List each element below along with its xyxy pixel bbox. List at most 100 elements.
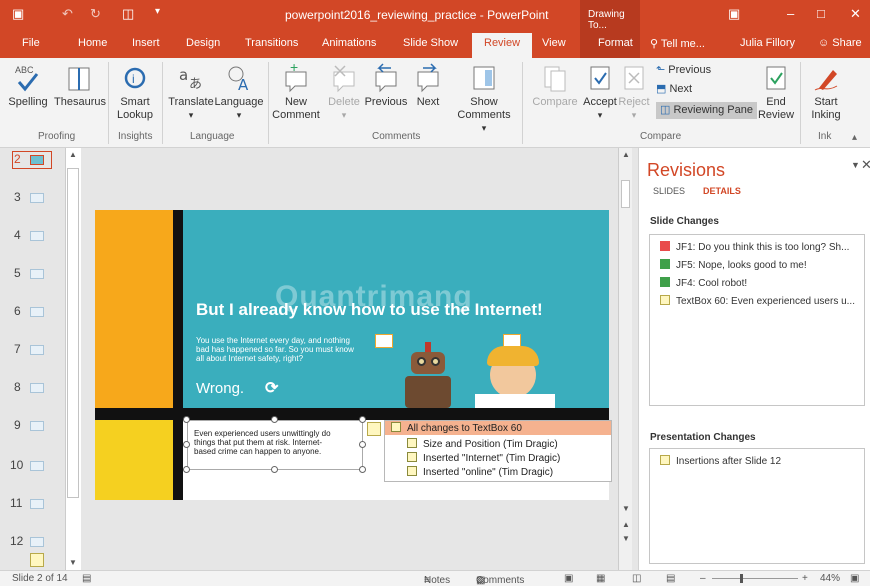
delete-comment-button[interactable]: Delete ▾	[326, 62, 362, 122]
list-item[interactable]: JF1: Do you think this is too long? Sh..…	[660, 241, 849, 253]
next-change-button[interactable]: ⬒ Next	[656, 83, 692, 96]
slideshow-icon[interactable]: ▤	[666, 573, 675, 584]
previous-slide-icon[interactable]: ▲	[622, 520, 630, 529]
tab-slides[interactable]: SLIDES	[653, 186, 685, 196]
checkbox-icon[interactable]	[407, 452, 417, 462]
close-pane-icon[interactable]: ✕	[861, 157, 870, 173]
resize-handle[interactable]	[183, 416, 190, 423]
close-button[interactable]: ✕	[850, 6, 861, 22]
thumbnail-number[interactable]: 7	[14, 342, 21, 356]
tab-view[interactable]: View	[542, 37, 566, 49]
thumbnail-number[interactable]: 10	[10, 458, 23, 472]
thumbnail-number[interactable]: 9	[14, 418, 21, 432]
zoom-in-button[interactable]: +	[802, 573, 808, 584]
reviewing-pane-button[interactable]: ◫ Reviewing Pane	[656, 102, 757, 119]
thumbnail-slide[interactable]	[30, 345, 44, 355]
tab-review[interactable]: Review	[472, 33, 533, 58]
resize-handle[interactable]	[359, 441, 366, 448]
list-item[interactable]: Insertions after Slide 12	[660, 455, 781, 467]
zoom-slider-thumb[interactable]	[740, 574, 743, 583]
scroll-thumb[interactable]	[621, 180, 630, 208]
thumbnail-slide[interactable]	[30, 537, 44, 547]
thumbnail-number[interactable]: 11	[10, 496, 22, 510]
tab-insert[interactable]: Insert	[132, 37, 160, 49]
slide-body[interactable]: You use the Internet every day, and noth…	[196, 336, 354, 363]
language-button[interactable]: A Language ▾	[214, 62, 264, 122]
resize-handle[interactable]	[183, 441, 190, 448]
resize-handle[interactable]	[271, 416, 278, 423]
thumbnail-slide[interactable]	[30, 231, 44, 241]
comment-marker-icon[interactable]	[375, 334, 393, 348]
slide-sorter-icon[interactable]: ▦	[596, 573, 605, 584]
reading-view-icon[interactable]: ◫	[632, 573, 641, 584]
resize-handle[interactable]	[359, 466, 366, 473]
previous-change-button[interactable]: ⬑ Previous	[656, 64, 711, 77]
fit-to-window-icon[interactable]: ▣	[850, 573, 859, 584]
zoom-level[interactable]: 44%	[820, 573, 840, 584]
list-item[interactable]: JF5: Nope, looks good to me!	[660, 259, 807, 271]
checkbox-icon[interactable]	[391, 422, 401, 432]
zoom-out-button[interactable]: –	[700, 573, 706, 584]
tab-details[interactable]: DETAILS	[703, 186, 741, 196]
popup-item[interactable]: Inserted "Internet" (Tim Dragic)	[407, 452, 560, 464]
undo-icon[interactable]: ↶	[62, 6, 73, 22]
smart-lookup-button[interactable]: i Smart Lookup	[114, 62, 156, 122]
thumbnail-slide[interactable]	[30, 155, 44, 165]
popup-item[interactable]: Inserted "online" (Tim Dragic)	[407, 466, 553, 478]
end-review-button[interactable]: End Review	[756, 62, 796, 122]
revision-marker-icon[interactable]	[30, 553, 44, 567]
scroll-down-icon[interactable]: ▼	[622, 504, 630, 513]
tab-file[interactable]: File	[22, 37, 40, 49]
resize-handle[interactable]	[183, 466, 190, 473]
scroll-down-icon[interactable]: ▼	[69, 558, 77, 567]
thumbnail-scroll-thumb[interactable]	[67, 168, 79, 498]
thumbnail-number[interactable]: 3	[14, 190, 21, 204]
scroll-up-icon[interactable]: ▲	[622, 150, 630, 159]
checkbox-icon[interactable]	[407, 438, 417, 448]
thumbnail-number[interactable]: 4	[14, 228, 21, 242]
tell-me-box[interactable]: ⚲ Tell me...	[650, 37, 705, 50]
share-button[interactable]: ☺ Share	[818, 37, 862, 49]
minimize-button[interactable]: –	[787, 6, 794, 21]
show-comments-button[interactable]: Show Comments ▾	[456, 62, 512, 135]
compare-button[interactable]: Compare	[530, 62, 580, 109]
scroll-up-icon[interactable]: ▲	[69, 150, 77, 159]
thesaurus-button[interactable]: Thesaurus	[54, 62, 106, 109]
next-comment-button[interactable]: Next	[410, 62, 446, 109]
checkbox-icon[interactable]	[407, 466, 417, 476]
popup-header[interactable]: All changes to TextBox 60	[385, 421, 611, 435]
spellcheck-status-icon[interactable]: ▤	[82, 573, 91, 584]
thumbnail-number[interactable]: 2	[14, 152, 21, 166]
previous-comment-button[interactable]: Previous	[364, 62, 408, 109]
list-item[interactable]: TextBox 60: Even experienced users u...	[660, 295, 855, 307]
thumbnail-number[interactable]: 12	[10, 534, 23, 548]
collapse-ribbon-icon[interactable]: ▴	[852, 132, 857, 143]
tab-format[interactable]: Format	[598, 37, 633, 49]
resize-handle[interactable]	[271, 466, 278, 473]
selected-textbox[interactable]: Even experienced users unwittingly do th…	[187, 420, 363, 470]
pane-options-icon[interactable]: ▼	[851, 160, 860, 170]
thumbnail-slide[interactable]	[30, 499, 44, 509]
save-icon[interactable]: ▣	[12, 6, 24, 22]
start-inking-button[interactable]: Start Inking	[806, 62, 846, 122]
resize-handle[interactable]	[359, 416, 366, 423]
thumbnail-slide[interactable]	[30, 193, 44, 203]
tab-home[interactable]: Home	[78, 37, 107, 49]
translate-button[interactable]: aあ Translate ▾	[166, 62, 216, 122]
maximize-button[interactable]: □	[817, 6, 825, 21]
new-comment-button[interactable]: + New Comment	[272, 62, 320, 122]
thumbnail-slide[interactable]	[30, 383, 44, 393]
accept-button[interactable]: Accept ▾	[582, 62, 618, 122]
tab-transitions[interactable]: Transitions	[245, 37, 298, 49]
revision-marker-icon[interactable]	[367, 422, 381, 436]
next-slide-icon[interactable]: ▼	[622, 534, 630, 543]
tab-design[interactable]: Design	[186, 37, 220, 49]
thumbnail-number[interactable]: 5	[14, 266, 21, 280]
reject-button[interactable]: Reject ▾	[618, 62, 650, 122]
tab-slide-show[interactable]: Slide Show	[403, 37, 458, 49]
normal-view-icon[interactable]: ▣	[564, 573, 573, 584]
slide-wrong-text[interactable]: Wrong.	[196, 380, 244, 397]
popup-item[interactable]: Size and Position (Tim Dragic)	[407, 438, 558, 450]
list-item[interactable]: JF4: Cool robot!	[660, 277, 747, 289]
redo-icon[interactable]: ↻	[90, 6, 101, 22]
